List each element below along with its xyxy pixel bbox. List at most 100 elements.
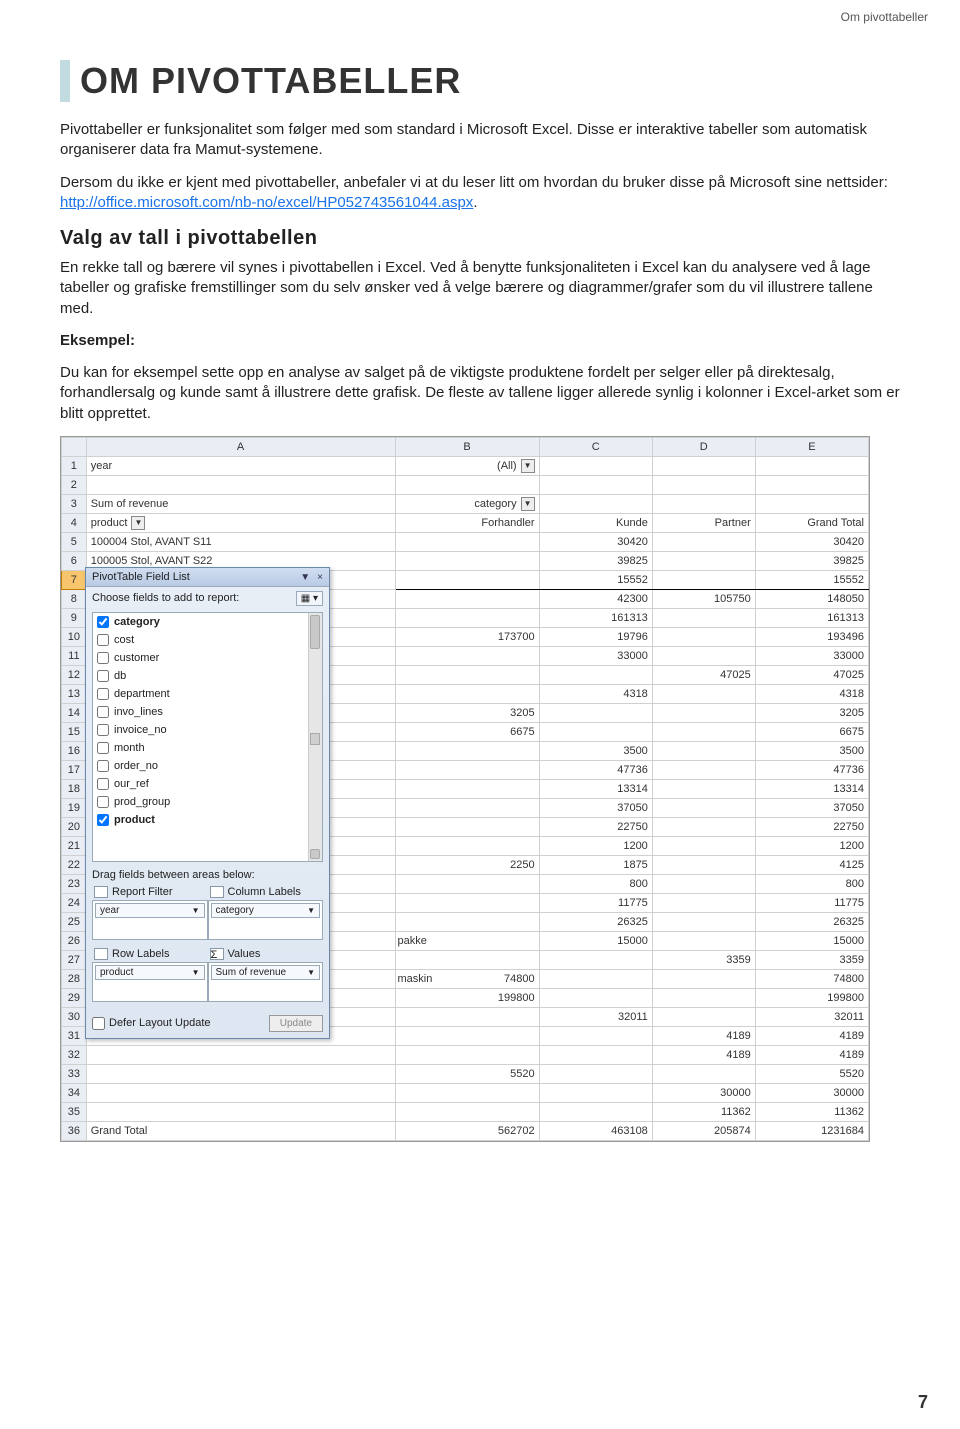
cell[interactable]: pakke bbox=[395, 931, 539, 950]
column-labels-zone[interactable]: category▼ bbox=[208, 900, 324, 940]
row-header[interactable]: 29 bbox=[62, 988, 87, 1007]
col-header[interactable]: D bbox=[652, 437, 755, 456]
cell[interactable] bbox=[395, 532, 539, 551]
cell[interactable] bbox=[652, 760, 755, 779]
cell[interactable] bbox=[86, 1064, 395, 1083]
row-header[interactable]: 22 bbox=[62, 855, 87, 874]
field-list[interactable]: categorycostcustomerdbdepartmentinvo_lin… bbox=[92, 612, 323, 862]
cell[interactable] bbox=[395, 874, 539, 893]
cell[interactable] bbox=[395, 665, 539, 684]
cell[interactable] bbox=[539, 950, 652, 969]
defer-update-checkbox[interactable]: Defer Layout Update bbox=[92, 1017, 211, 1030]
table-row[interactable]: 2 bbox=[62, 475, 869, 494]
cell[interactable]: 1231684 bbox=[755, 1121, 868, 1140]
table-row[interactable]: 3241894189 bbox=[62, 1045, 869, 1064]
row-header[interactable]: 3 bbox=[62, 494, 87, 513]
cell[interactable]: product▼ bbox=[86, 513, 395, 532]
cell[interactable] bbox=[86, 1102, 395, 1121]
chevron-down-icon[interactable]: ▼ bbox=[307, 968, 315, 977]
cell[interactable]: 39825 bbox=[755, 551, 868, 570]
cell[interactable]: 3500 bbox=[539, 741, 652, 760]
field-item-db[interactable]: db bbox=[93, 667, 322, 685]
cell[interactable] bbox=[395, 589, 539, 608]
cell[interactable] bbox=[652, 456, 755, 475]
cell[interactable]: 19796 bbox=[539, 627, 652, 646]
cell[interactable] bbox=[395, 798, 539, 817]
cell[interactable]: 32011 bbox=[539, 1007, 652, 1026]
cell[interactable]: 800 bbox=[755, 874, 868, 893]
row-labels-zone[interactable]: product▼ bbox=[92, 962, 208, 1002]
cell[interactable] bbox=[539, 1026, 652, 1045]
cell[interactable]: Partner bbox=[652, 513, 755, 532]
cell[interactable] bbox=[652, 532, 755, 551]
cell[interactable]: 6675 bbox=[395, 722, 539, 741]
row-header[interactable]: 27 bbox=[62, 950, 87, 969]
field-checkbox[interactable] bbox=[97, 742, 109, 754]
row-header[interactable]: 25 bbox=[62, 912, 87, 931]
cell[interactable] bbox=[652, 494, 755, 513]
cell[interactable]: 105750 bbox=[652, 589, 755, 608]
cell[interactable]: 32011 bbox=[755, 1007, 868, 1026]
cell[interactable] bbox=[86, 475, 395, 494]
cell[interactable] bbox=[755, 475, 868, 494]
cell[interactable] bbox=[652, 798, 755, 817]
cell[interactable] bbox=[395, 779, 539, 798]
field-item-invo_lines[interactable]: invo_lines bbox=[93, 703, 322, 721]
row-header[interactable]: 36 bbox=[62, 1121, 87, 1140]
cell[interactable]: 5520 bbox=[755, 1064, 868, 1083]
cell[interactable] bbox=[539, 1064, 652, 1083]
cell[interactable]: 15000 bbox=[755, 931, 868, 950]
cell[interactable] bbox=[652, 608, 755, 627]
cell[interactable]: 15552 bbox=[539, 570, 652, 589]
cell[interactable] bbox=[652, 893, 755, 912]
cell[interactable]: 4125 bbox=[755, 855, 868, 874]
cell[interactable] bbox=[395, 1083, 539, 1102]
cell[interactable]: 148050 bbox=[755, 589, 868, 608]
row-header[interactable]: 16 bbox=[62, 741, 87, 760]
table-row[interactable]: 343000030000 bbox=[62, 1083, 869, 1102]
cell[interactable]: 33000 bbox=[755, 646, 868, 665]
cell[interactable]: 22750 bbox=[539, 817, 652, 836]
values-zone[interactable]: Sum of revenue▼ bbox=[208, 962, 324, 1002]
cell[interactable]: 463108 bbox=[539, 1121, 652, 1140]
cell[interactable]: maskin74800 bbox=[395, 969, 539, 988]
cell[interactable]: 199800 bbox=[395, 988, 539, 1007]
cell[interactable] bbox=[652, 817, 755, 836]
cell[interactable]: 562702 bbox=[395, 1121, 539, 1140]
row-header[interactable]: 6 bbox=[62, 551, 87, 570]
table-row[interactable]: 3355205520 bbox=[62, 1064, 869, 1083]
field-item-category[interactable]: category bbox=[93, 613, 322, 631]
field-checkbox[interactable] bbox=[97, 652, 109, 664]
row-header[interactable]: 2 bbox=[62, 475, 87, 494]
cell[interactable] bbox=[395, 912, 539, 931]
cell[interactable]: 3205 bbox=[755, 703, 868, 722]
field-item-our_ref[interactable]: our_ref bbox=[93, 775, 322, 793]
cell[interactable] bbox=[395, 760, 539, 779]
scroll-up-icon[interactable] bbox=[310, 615, 320, 649]
cell[interactable]: 15000 bbox=[539, 931, 652, 950]
cell[interactable] bbox=[539, 475, 652, 494]
cell[interactable] bbox=[395, 1007, 539, 1026]
cell[interactable]: 42300 bbox=[539, 589, 652, 608]
cell[interactable] bbox=[652, 779, 755, 798]
cell[interactable]: 15552 bbox=[755, 570, 868, 589]
field-checkbox[interactable] bbox=[97, 760, 109, 772]
field-item-department[interactable]: department bbox=[93, 685, 322, 703]
row-header[interactable]: 14 bbox=[62, 703, 87, 722]
table-row[interactable]: 5100004 Stol, AVANT S113042030420 bbox=[62, 532, 869, 551]
cell[interactable]: 11362 bbox=[755, 1102, 868, 1121]
chevron-down-icon[interactable]: ▼ bbox=[307, 906, 315, 915]
cell[interactable] bbox=[652, 836, 755, 855]
cell[interactable]: 47025 bbox=[755, 665, 868, 684]
cell[interactable] bbox=[539, 988, 652, 1007]
chip-category[interactable]: category▼ bbox=[211, 903, 321, 918]
cell[interactable]: 1200 bbox=[539, 836, 652, 855]
field-checkbox[interactable] bbox=[97, 670, 109, 682]
cell[interactable] bbox=[652, 912, 755, 931]
col-header[interactable]: C bbox=[539, 437, 652, 456]
cell[interactable]: 4318 bbox=[755, 684, 868, 703]
cell[interactable] bbox=[652, 931, 755, 950]
cell[interactable]: 26325 bbox=[755, 912, 868, 931]
field-item-prod_group[interactable]: prod_group bbox=[93, 793, 322, 811]
corner-cell[interactable] bbox=[62, 437, 87, 456]
